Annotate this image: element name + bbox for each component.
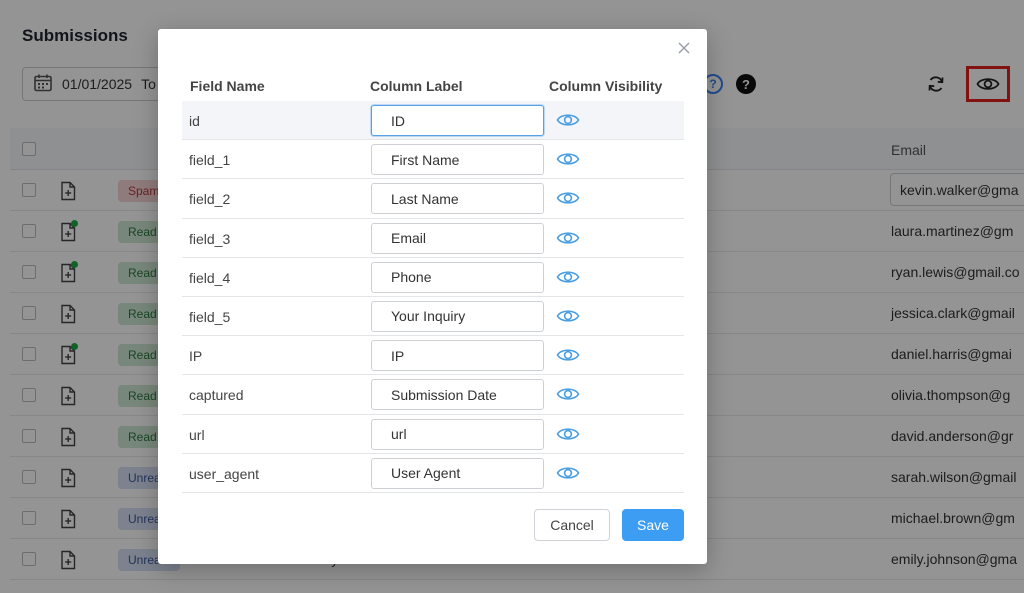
eye-icon <box>556 388 580 400</box>
visibility-toggle[interactable] <box>556 189 580 207</box>
header-field-name: Field Name <box>190 78 265 94</box>
field-name: field_2 <box>189 191 231 208</box>
visibility-toggle[interactable] <box>556 150 580 168</box>
column-label-input[interactable] <box>371 105 544 136</box>
visibility-toggle[interactable] <box>556 464 580 482</box>
cancel-button[interactable]: Cancel <box>534 509 610 541</box>
header-column-label: Column Label <box>370 78 463 94</box>
field-row: field_5 <box>182 297 684 337</box>
eye-icon <box>556 231 580 244</box>
field-name: IP <box>189 348 203 365</box>
field-row: user_agent <box>182 454 684 493</box>
header-column-visibility: Column Visibility <box>549 78 663 94</box>
eye-icon <box>556 114 580 126</box>
eye-icon <box>556 427 580 440</box>
column-label-input[interactable] <box>371 418 544 450</box>
field-name: field_3 <box>189 230 231 247</box>
eye-icon <box>556 349 580 361</box>
eye-icon <box>556 192 580 205</box>
field-row: captured <box>182 375 684 415</box>
column-label-input[interactable] <box>371 457 544 489</box>
field-rows: id field_1 field_2 field_3 field_4 field_5 IP c… <box>182 101 684 493</box>
field-row: IP <box>182 336 684 376</box>
save-button[interactable]: Save <box>622 509 684 541</box>
field-row: field_1 <box>182 140 684 180</box>
close-icon <box>678 42 690 54</box>
field-name: field_1 <box>189 152 231 169</box>
column-label-input[interactable] <box>371 379 544 411</box>
field-row: url <box>182 415 684 454</box>
eye-icon <box>556 467 580 479</box>
visibility-toggle[interactable] <box>556 111 580 129</box>
field-name: captured <box>189 387 244 404</box>
eye-icon <box>556 271 580 283</box>
visibility-toggle[interactable] <box>556 346 580 364</box>
field-row: field_2 <box>182 179 684 219</box>
column-label-input[interactable] <box>371 183 544 215</box>
field-row: field_4 <box>182 258 684 297</box>
visibility-toggle[interactable] <box>556 268 580 286</box>
column-label-input[interactable] <box>371 300 544 332</box>
field-name: id <box>189 113 200 129</box>
field-name: url <box>189 426 205 443</box>
column-settings-dialog: Field Name Column Label Column Visibilit… <box>158 29 707 564</box>
field-name: user_agent <box>189 465 260 482</box>
visibility-toggle[interactable] <box>556 307 580 325</box>
dialog-footer: Cancel Save <box>158 494 707 564</box>
field-name: field_5 <box>189 308 231 325</box>
field-row: field_3 <box>182 219 684 258</box>
eye-icon <box>556 310 580 322</box>
visibility-toggle[interactable] <box>556 385 580 403</box>
field-row: id <box>182 101 684 141</box>
eye-icon <box>556 153 580 165</box>
dialog-table-header: Field Name Column Label Column Visibilit… <box>182 75 684 101</box>
field-name: field_4 <box>189 269 231 286</box>
visibility-toggle[interactable] <box>556 229 580 247</box>
close-button[interactable] <box>677 41 691 55</box>
column-label-input[interactable] <box>371 340 544 372</box>
visibility-toggle[interactable] <box>556 425 580 443</box>
column-label-input[interactable] <box>371 144 544 176</box>
column-label-input[interactable] <box>371 222 544 254</box>
column-label-input[interactable] <box>371 261 544 293</box>
